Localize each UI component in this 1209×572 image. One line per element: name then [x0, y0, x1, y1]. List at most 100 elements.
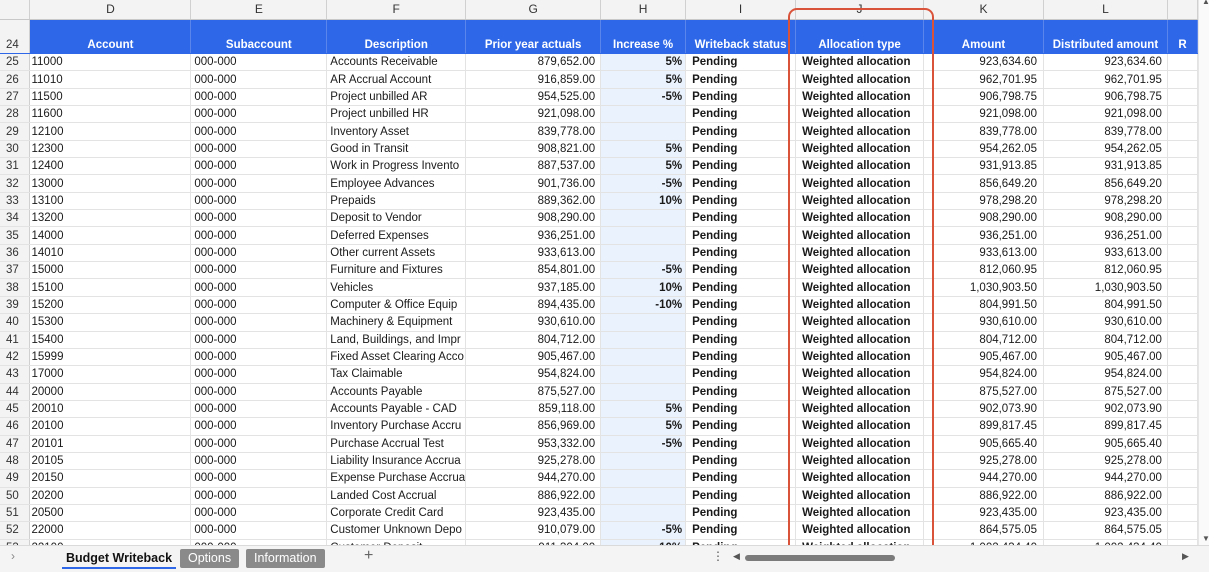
- empty-cell[interactable]: [1167, 192, 1198, 211]
- description-cell[interactable]: Liability Insurance Accrua: [326, 452, 467, 471]
- allocation-type-cell[interactable]: Weighted allocation: [795, 53, 925, 72]
- row-number[interactable]: 51: [0, 504, 31, 523]
- writeback-status-cell[interactable]: Pending: [685, 313, 797, 332]
- allocation-type-cell[interactable]: Weighted allocation: [795, 313, 925, 332]
- empty-cell[interactable]: [1167, 53, 1198, 72]
- chevron-left-icon[interactable]: ›: [11, 549, 15, 563]
- prior-year-cell[interactable]: 954,824.00: [465, 365, 602, 384]
- header-prior-year-actuals[interactable]: Prior year actuals: [465, 19, 602, 54]
- subaccount-cell[interactable]: 000-000: [190, 174, 328, 193]
- description-cell[interactable]: Vehicles: [326, 278, 467, 297]
- add-sheet-button[interactable]: +: [364, 547, 373, 565]
- empty-cell[interactable]: [1167, 487, 1198, 505]
- description-cell[interactable]: AR Accrual Account: [326, 70, 467, 89]
- account-cell[interactable]: 15400: [29, 331, 192, 349]
- description-cell[interactable]: Project unbilled HR: [326, 105, 467, 124]
- subaccount-cell[interactable]: 000-000: [190, 365, 328, 384]
- row-number[interactable]: 48: [0, 452, 31, 471]
- description-cell[interactable]: Prepaids: [326, 192, 467, 211]
- tab-budget-writeback[interactable]: Budget Writeback: [58, 549, 180, 569]
- empty-cell[interactable]: [1167, 209, 1198, 228]
- allocation-type-cell[interactable]: Weighted allocation: [795, 70, 925, 89]
- row-number[interactable]: 25: [0, 53, 31, 72]
- column-header-d[interactable]: D: [29, 0, 192, 20]
- allocation-type-cell[interactable]: Weighted allocation: [795, 469, 925, 488]
- row-number[interactable]: 49: [0, 469, 31, 488]
- writeback-status-cell[interactable]: Pending: [685, 209, 797, 228]
- prior-year-cell[interactable]: 944,270.00: [465, 469, 602, 488]
- description-cell[interactable]: Employee Advances: [326, 174, 467, 193]
- distributed-amount-cell[interactable]: 933,613.00: [1043, 244, 1168, 263]
- allocation-type-cell[interactable]: Weighted allocation: [795, 383, 925, 401]
- prior-year-cell[interactable]: 901,736.00: [465, 174, 602, 193]
- distributed-amount-cell[interactable]: 905,467.00: [1043, 348, 1168, 367]
- account-cell[interactable]: 20200: [29, 487, 192, 505]
- description-cell[interactable]: Accounts Payable: [326, 383, 467, 401]
- row-number[interactable]: 27: [0, 88, 31, 107]
- row-number[interactable]: 44: [0, 383, 31, 401]
- row-number[interactable]: 50: [0, 487, 31, 505]
- allocation-type-cell[interactable]: Weighted allocation: [795, 400, 925, 419]
- account-cell[interactable]: 11010: [29, 70, 192, 89]
- writeback-status-cell[interactable]: Pending: [685, 521, 797, 540]
- allocation-type-cell[interactable]: Weighted allocation: [795, 331, 925, 349]
- description-cell[interactable]: Accounts Receivable: [326, 53, 467, 72]
- distributed-amount-cell[interactable]: 899,817.45: [1043, 417, 1168, 436]
- description-cell[interactable]: Purchase Accrual Test: [326, 435, 467, 453]
- scroll-down-icon[interactable]: ▼: [1202, 534, 1209, 543]
- row-number[interactable]: 30: [0, 140, 31, 159]
- increase-cell[interactable]: [600, 244, 687, 263]
- empty-cell[interactable]: [1167, 435, 1198, 453]
- distributed-amount-cell[interactable]: 954,824.00: [1043, 365, 1168, 384]
- prior-year-cell[interactable]: 879,652.00: [465, 53, 602, 72]
- amount-cell[interactable]: 923,435.00: [923, 504, 1044, 523]
- allocation-type-cell[interactable]: Weighted allocation: [795, 365, 925, 384]
- account-cell[interactable]: 11000: [29, 53, 192, 72]
- allocation-type-cell[interactable]: Weighted allocation: [795, 452, 925, 471]
- row-number[interactable]: 26: [0, 70, 31, 89]
- amount-cell[interactable]: 804,712.00: [923, 331, 1044, 349]
- empty-cell[interactable]: [1167, 383, 1198, 401]
- amount-cell[interactable]: 906,798.75: [923, 88, 1044, 107]
- writeback-status-cell[interactable]: Pending: [685, 70, 797, 89]
- row-number[interactable]: 43: [0, 365, 31, 384]
- writeback-status-cell[interactable]: Pending: [685, 53, 797, 72]
- allocation-type-cell[interactable]: Weighted allocation: [795, 487, 925, 505]
- description-cell[interactable]: Tax Claimable: [326, 365, 467, 384]
- amount-cell[interactable]: 954,262.05: [923, 140, 1044, 159]
- allocation-type-cell[interactable]: Weighted allocation: [795, 192, 925, 211]
- description-cell[interactable]: Other current Assets: [326, 244, 467, 263]
- header-writeback-status[interactable]: Writeback status: [685, 19, 797, 54]
- increase-cell[interactable]: [600, 348, 687, 367]
- account-cell[interactable]: 11600: [29, 105, 192, 124]
- distributed-amount-cell[interactable]: 930,610.00: [1043, 313, 1168, 332]
- distributed-amount-cell[interactable]: 905,665.40: [1043, 435, 1168, 453]
- writeback-status-cell[interactable]: Pending: [685, 174, 797, 193]
- prior-year-cell[interactable]: 856,969.00: [465, 417, 602, 436]
- amount-cell[interactable]: 899,817.45: [923, 417, 1044, 436]
- subaccount-cell[interactable]: 000-000: [190, 469, 328, 488]
- description-cell[interactable]: Deferred Expenses: [326, 226, 467, 245]
- description-cell[interactable]: Customer Unknown Depo: [326, 521, 467, 540]
- amount-cell[interactable]: 930,610.00: [923, 313, 1044, 332]
- description-cell[interactable]: Deposit to Vendor: [326, 209, 467, 228]
- row-number[interactable]: 33: [0, 192, 31, 211]
- subaccount-cell[interactable]: 000-000: [190, 226, 328, 245]
- prior-year-cell[interactable]: 908,290.00: [465, 209, 602, 228]
- writeback-status-cell[interactable]: Pending: [685, 331, 797, 349]
- allocation-type-cell[interactable]: Weighted allocation: [795, 278, 925, 297]
- column-header-j[interactable]: J: [795, 0, 925, 20]
- prior-year-cell[interactable]: 886,922.00: [465, 487, 602, 505]
- row-number[interactable]: 29: [0, 122, 31, 141]
- header-amount[interactable]: Amount: [923, 19, 1044, 54]
- increase-cell[interactable]: -5%: [600, 435, 687, 453]
- subaccount-cell[interactable]: 000-000: [190, 209, 328, 228]
- writeback-status-cell[interactable]: Pending: [685, 244, 797, 263]
- account-cell[interactable]: 15100: [29, 278, 192, 297]
- prior-year-cell[interactable]: 930,610.00: [465, 313, 602, 332]
- increase-cell[interactable]: -5%: [600, 174, 687, 193]
- prior-year-cell[interactable]: 933,613.00: [465, 244, 602, 263]
- empty-cell[interactable]: [1167, 365, 1198, 384]
- description-cell[interactable]: Computer & Office Equip: [326, 296, 467, 315]
- amount-cell[interactable]: 864,575.05: [923, 521, 1044, 540]
